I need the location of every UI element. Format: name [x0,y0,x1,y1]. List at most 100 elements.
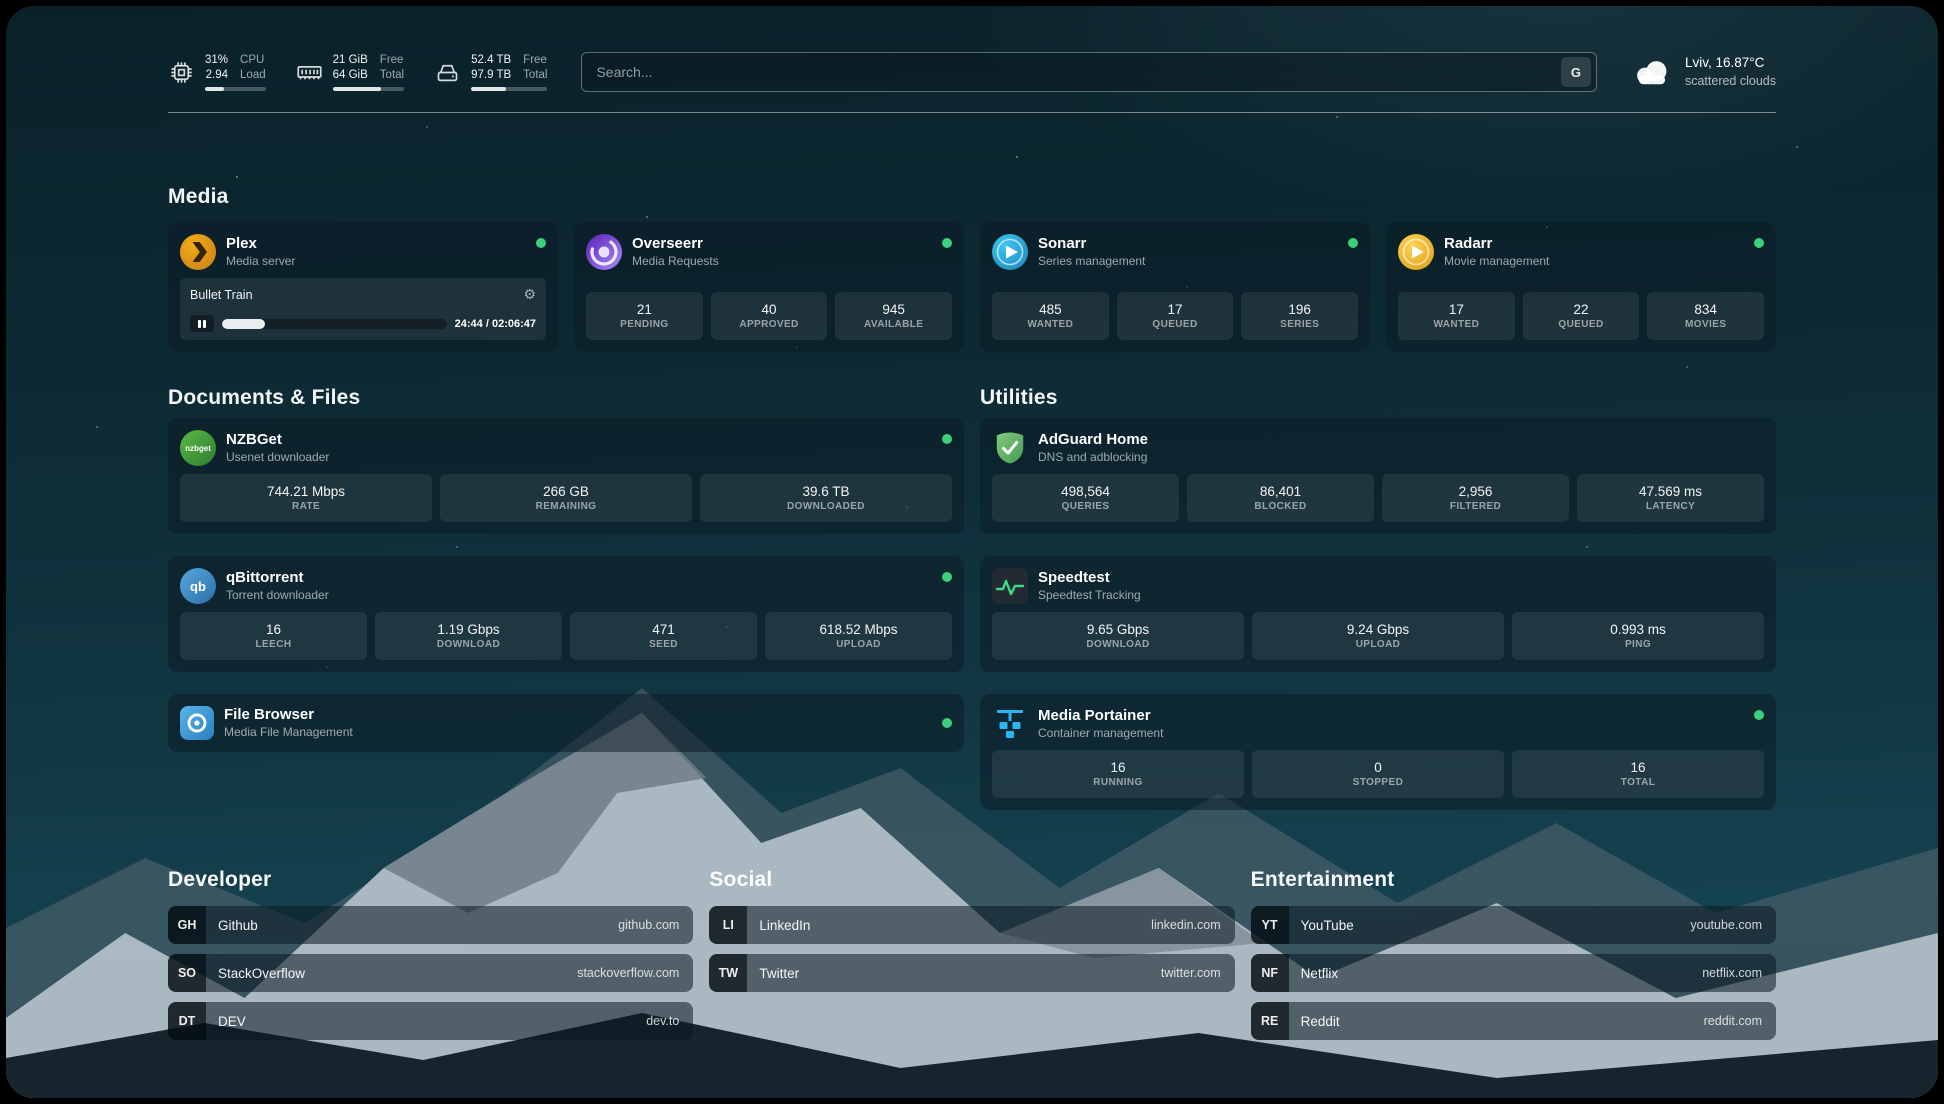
stat-label: STOPPED [1353,777,1403,788]
bookmark-linkedin[interactable]: LI LinkedIn linkedin.com [709,906,1234,944]
speedtest-icon [992,568,1028,604]
bookmark-domain: dev.to [646,1014,679,1028]
bookmark-reddit[interactable]: RE Reddit reddit.com [1251,1002,1776,1040]
stat-wanted: 17 WANTED [1398,292,1515,340]
stat-value: 471 [652,622,675,637]
disk-total-label: Total [523,68,547,83]
status-dot [1754,710,1764,720]
stat-download: 1.19 Gbps DOWNLOAD [375,612,562,660]
bookmark-dev[interactable]: DT DEV dev.to [168,1002,693,1040]
status-dot [942,572,952,582]
utilities-section: Utilities [980,386,1776,810]
stat-series: 196 SERIES [1241,292,1358,340]
stat-value: 0.993 ms [1610,622,1666,637]
adguard-card[interactable]: AdGuard Home DNS and adblocking 498,564 … [980,418,1776,534]
playback-progress-bar[interactable] [222,319,447,329]
sonarr-icon [992,234,1028,270]
stat-value: 22 [1573,302,1588,317]
cpu-load: 2.94 [206,68,228,83]
stat-pending: 21 PENDING [586,292,703,340]
stat-download: 9.65 Gbps DOWNLOAD [992,612,1244,660]
sonarr-card[interactable]: Sonarr Series management 485 WANTED 17 Q… [980,222,1370,352]
stat-queued: 17 QUEUED [1117,292,1234,340]
plex-card[interactable]: Plex Media server Bullet Train ⚙ [168,222,558,352]
pause-button[interactable] [190,315,214,332]
bookmark-abbr: TW [709,954,747,992]
documents-section: Documents & Files nzbget NZBGet Usenet d… [168,386,964,810]
disk-widget: 52.4 TB 97.9 TB Free Total [434,53,547,92]
stat-stopped: 0 STOPPED [1252,750,1504,798]
stat-label: LEECH [256,639,292,650]
ram-free-label: Free [380,53,404,68]
stat-label: WANTED [1027,319,1073,330]
bookmark-stackoverflow[interactable]: SO StackOverflow stackoverflow.com [168,954,693,992]
service-name: qBittorrent [226,569,329,588]
status-dot [942,238,952,248]
stat-label: APPROVED [739,319,798,330]
stat-total: 16 TOTAL [1512,750,1764,798]
now-playing-title: Bullet Train [190,288,253,302]
resource-widgets: 31% 2.94 CPU Load [168,53,547,92]
bookmark-netflix[interactable]: NF Netflix netflix.com [1251,954,1776,992]
disk-icon [434,59,461,86]
qbittorrent-card[interactable]: qb qBittorrent Torrent downloader 16 [168,556,964,672]
stat-value: 744.21 Mbps [267,484,345,499]
stat-value: 618.52 Mbps [819,622,897,637]
ram-free: 21 GiB [333,53,368,68]
bookmark-name: StackOverflow [218,966,305,981]
cpu-load-label: Load [240,68,266,83]
service-desc: Media server [226,254,295,269]
stat-available: 945 AVAILABLE [835,292,952,340]
media-section: Media Plex Media server [168,185,1776,352]
service-desc: Series management [1038,254,1145,269]
bookmark-youtube[interactable]: YT YouTube youtube.com [1251,906,1776,944]
service-name: NZBGet [226,431,329,450]
stat-label: RATE [292,501,320,512]
gear-icon[interactable]: ⚙ [523,286,536,303]
search-bar: G [581,52,1597,92]
radarr-card[interactable]: Radarr Movie management 17 WANTED 22 QUE… [1386,222,1776,352]
stat-label: WANTED [1433,319,1479,330]
bookmark-abbr: LI [709,906,747,944]
stat-value: 834 [1694,302,1717,317]
stat-queries: 498,564 QUERIES [992,474,1179,522]
service-desc: Movie management [1444,254,1549,269]
stat-value: 17 [1449,302,1464,317]
stat-value: 40 [761,302,776,317]
service-name: Media Portainer [1038,707,1163,726]
stat-ping: 0.993 ms PING [1512,612,1764,660]
playback-time: 24:44 / 02:06:47 [455,318,536,330]
bookmark-twitter[interactable]: TW Twitter twitter.com [709,954,1234,992]
overseerr-icon [586,234,622,270]
stat-label: REMAINING [536,501,597,512]
social-bookmarks: Social LI LinkedIn linkedin.com TW Twitt… [709,868,1234,1040]
service-name: File Browser [224,706,353,725]
service-desc: DNS and adblocking [1038,450,1148,465]
social-section-title: Social [709,868,1234,892]
cpu-widget: 31% 2.94 CPU Load [168,53,266,92]
stat-value: 2,956 [1459,484,1493,499]
service-name: Sonarr [1038,235,1145,254]
bookmark-name: Github [218,918,258,933]
filebrowser-card[interactable]: File Browser Media File Management [168,694,964,752]
plex-icon [180,234,216,270]
search-provider-button[interactable]: G [1561,57,1591,87]
adguard-icon [992,430,1028,466]
nzbget-card[interactable]: nzbget NZBGet Usenet downloader 744.21 M… [168,418,964,534]
stat-label: QUEUED [1152,319,1197,330]
stat-upload: 618.52 Mbps UPLOAD [765,612,952,660]
stat-label: PING [1625,639,1651,650]
stat-label: SERIES [1280,319,1319,330]
developer-section-title: Developer [168,868,693,892]
portainer-icon [992,706,1028,742]
stat-value: 86,401 [1260,484,1301,499]
portainer-card[interactable]: Media Portainer Container management 16 … [980,694,1776,810]
stat-latency: 47.569 ms LATENCY [1577,474,1764,522]
service-desc: Media File Management [224,725,353,740]
developer-bookmarks: Developer GH Github github.com SO StackO… [168,868,693,1040]
speedtest-card[interactable]: Speedtest Speedtest Tracking 9.65 Gbps D… [980,556,1776,672]
search-input[interactable] [596,64,1561,80]
overseerr-card[interactable]: Overseerr Media Requests 21 PENDING 40 A… [574,222,964,352]
bookmark-domain: linkedin.com [1151,918,1220,932]
bookmark-github[interactable]: GH Github github.com [168,906,693,944]
